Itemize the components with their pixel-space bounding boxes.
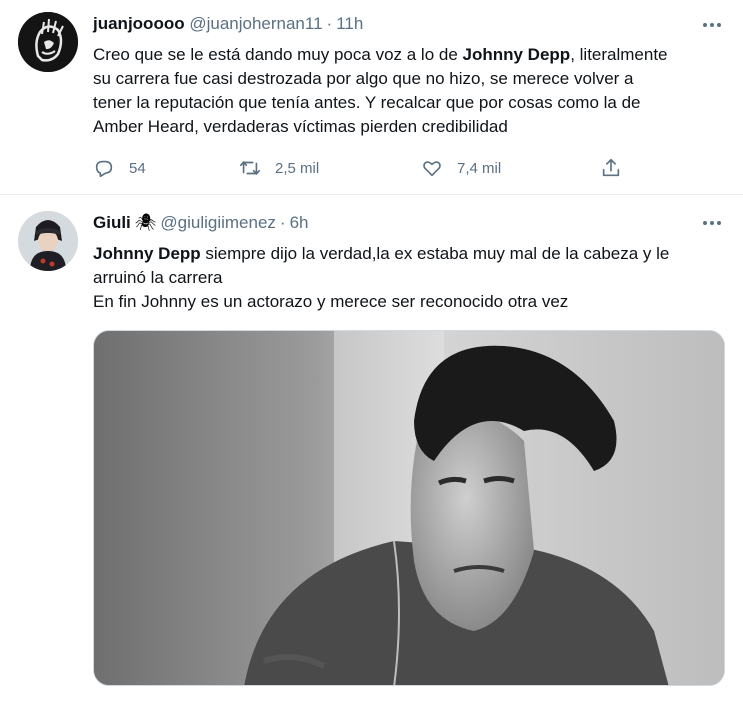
retweet-count: 2,5 mil: [275, 159, 320, 177]
display-name[interactable]: Giuli: [93, 213, 131, 232]
avatar[interactable]: [18, 211, 78, 271]
retweet-arrows-icon: [240, 161, 260, 175]
share-upload-icon: [602, 158, 620, 177]
user-handle[interactable]: @juanjohernan11: [189, 14, 322, 33]
display-name[interactable]: juanjooooo: [93, 14, 185, 33]
tweet-text-line: Johnny Depp siempre dijo la verdad,la ex…: [93, 242, 733, 266]
tweet-text: Creo que se le está dando muy poca voz a…: [93, 43, 733, 139]
tweet[interactable]: juanjooooo @juanjohernan11 · 11h Creo que …: [0, 0, 743, 195]
text-segment: , literalmente: [570, 45, 668, 64]
tweet-photo[interactable]: [93, 330, 725, 686]
avatar[interactable]: [18, 12, 78, 72]
tweet-time[interactable]: 11h: [336, 14, 363, 33]
more-dots-icon[interactable]: [701, 212, 723, 234]
like-button[interactable]: 7,4 mil: [421, 154, 501, 182]
text-segment: siempre dijo la verdad,la ex estaba muy …: [200, 244, 670, 263]
tweet-actions: 54 2,5 mil 7,4 mil: [93, 154, 653, 182]
avatar-artwork: [18, 211, 78, 271]
separator-dot: ·: [326, 14, 333, 33]
tweet-text-line: Creo que se le está dando muy poca voz a…: [93, 43, 733, 67]
more-dots-icon[interactable]: [701, 14, 723, 36]
separator-dot: ·: [279, 213, 286, 232]
spider-icon: 🕷: [134, 213, 157, 232]
portrait-photo: [94, 331, 724, 685]
tweet-header: juanjooooo @juanjohernan11 · 11h: [93, 13, 363, 35]
tweet-text: Johnny Depp siempre dijo la verdad,la ex…: [93, 242, 733, 314]
retweet-button[interactable]: 2,5 mil: [239, 154, 319, 182]
tweet-header: Giuli 🕷 @giuligiimenez · 6h: [93, 212, 309, 234]
reply-button[interactable]: 54: [93, 154, 146, 182]
tweet-time[interactable]: 6h: [290, 213, 309, 232]
tweet-text-line: tener la reputación que tenía antes. Y r…: [93, 93, 641, 112]
reply-count: 54: [129, 159, 146, 177]
tweet[interactable]: Giuli 🕷 @giuligiimenez · 6h Johnny Depp siem…: [0, 196, 743, 702]
user-handle[interactable]: @giuligiimenez: [160, 213, 276, 232]
heart-icon: [423, 161, 441, 177]
comment-bubble-icon: [95, 160, 113, 178]
tweet-text-line: En fin Johnny es un actorazo y merece se…: [93, 292, 569, 311]
like-count: 7,4 mil: [457, 159, 502, 177]
tweet-text-line: su carrera fue casi destrozada por algo …: [93, 69, 634, 88]
avatar-artwork: [18, 12, 78, 72]
bold-mention: Johnny Depp: [462, 45, 571, 64]
bold-mention: Johnny Depp: [93, 244, 201, 263]
text-segment: Creo que se le está dando muy poca voz a…: [93, 45, 463, 64]
share-button[interactable]: [600, 154, 622, 182]
tweet-text-line: arruinó la carrera: [93, 268, 223, 287]
tweet-text-line: Amber Heard, verdaderas víctimas pierden…: [93, 117, 508, 136]
